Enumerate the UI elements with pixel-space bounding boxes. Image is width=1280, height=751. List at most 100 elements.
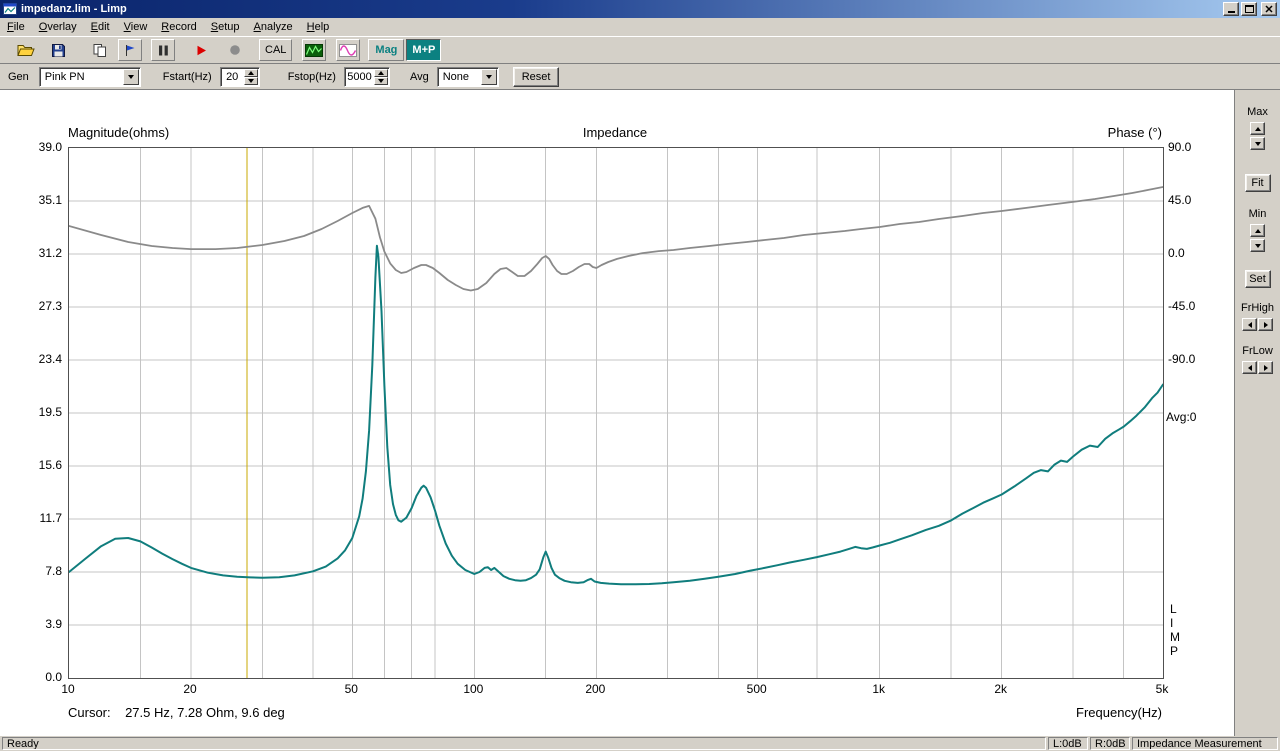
max-down-button[interactable] [1250, 137, 1265, 150]
x-tick-label: 50 [329, 682, 373, 696]
set-button[interactable]: Set [1245, 270, 1271, 288]
close-button[interactable] [1261, 2, 1277, 16]
avg-label: Avg [410, 71, 429, 83]
start-recording-button[interactable] [189, 39, 213, 61]
menu-record[interactable]: Record [154, 19, 203, 35]
record-button[interactable] [223, 39, 247, 61]
menu-view[interactable]: View [117, 19, 155, 35]
copy-button[interactable] [88, 39, 112, 61]
menu-overlay[interactable]: Overlay [32, 19, 84, 35]
fstart-value: 20 [221, 68, 244, 86]
pause-button[interactable] [151, 39, 175, 61]
menu-setup[interactable]: Setup [204, 19, 247, 35]
open-folder-icon [17, 43, 35, 57]
frhigh-right-button[interactable] [1258, 318, 1273, 331]
frlow-left-button[interactable] [1242, 361, 1257, 374]
fstop-label: Fstop(Hz) [288, 71, 336, 83]
minimize-icon [1228, 11, 1235, 13]
frhigh-arrows [1242, 318, 1273, 331]
gen-label: Gen [8, 71, 29, 83]
pause-icon [158, 45, 169, 56]
x-tick-label: 5k [1140, 682, 1184, 696]
generator-bar: Gen Pink PN Fstart(Hz) 20 Fstop(Hz) 5000… [0, 64, 1280, 90]
avg-value: None [438, 71, 481, 83]
fstop-up-button[interactable] [374, 69, 388, 77]
fit-button[interactable]: Fit [1245, 174, 1271, 192]
frhigh-left-button[interactable] [1242, 318, 1257, 331]
avg-dropdown-button[interactable] [481, 69, 497, 85]
play-icon [196, 45, 207, 56]
frequency-axis-title: Frequency(Hz) [962, 705, 1162, 720]
menu-edit[interactable]: Edit [84, 19, 117, 35]
arrow-up-icon [1255, 229, 1261, 233]
generator-button[interactable] [336, 39, 360, 61]
fstop-stepper[interactable]: 5000 [344, 67, 390, 87]
arrow-up-icon [1255, 127, 1261, 131]
frlow-arrows [1242, 361, 1273, 374]
phase-tick-label: 0.0 [1168, 246, 1214, 260]
magnitude-tick-label: 27.3 [12, 299, 62, 313]
arrow-left-icon [1248, 322, 1252, 328]
fstart-stepper[interactable]: 20 [220, 67, 260, 87]
frlow-right-button[interactable] [1258, 361, 1273, 374]
minimize-button[interactable] [1223, 2, 1239, 16]
phase-tick-label: -45.0 [1168, 299, 1214, 313]
arrow-right-icon [1264, 365, 1268, 371]
window-title: impedanz.lim - Limp [21, 0, 1221, 18]
chevron-down-icon [486, 75, 492, 79]
right-control-panel: Max Fit Min Set FrHigh FrLow [1234, 90, 1280, 736]
menu-file[interactable]: File [0, 19, 32, 35]
arrow-up-icon [248, 71, 254, 75]
save-floppy-icon [52, 44, 65, 57]
grid-lines [69, 148, 1163, 678]
limp-watermark-letter: P [1170, 644, 1178, 658]
generator-dropdown-button[interactable] [123, 69, 139, 85]
x-tick-label: 200 [573, 682, 617, 696]
spectrum-analyzer-icon [305, 44, 323, 57]
frhigh-label: FrHigh [1241, 302, 1274, 314]
magnitude-tick-label: 11.7 [12, 511, 62, 525]
x-tick-label: 100 [451, 682, 495, 696]
arrow-down-icon [1255, 142, 1261, 146]
max-up-button[interactable] [1250, 122, 1265, 135]
status-right-level: R:0dB [1090, 737, 1130, 750]
min-up-button[interactable] [1250, 224, 1265, 237]
marker-flag-icon [124, 44, 136, 57]
mag-phase-view-button[interactable]: M+P [406, 39, 441, 61]
magnitude-curve [69, 246, 1163, 584]
menu-analyze[interactable]: Analyze [247, 19, 300, 35]
fstart-up-button[interactable] [244, 69, 258, 77]
menu-help[interactable]: Help [300, 19, 337, 35]
min-spinner [1250, 224, 1265, 252]
arrow-down-icon [378, 79, 384, 83]
save-button[interactable] [46, 39, 70, 61]
magnitude-tick-label: 19.5 [12, 405, 62, 419]
max-label: Max [1247, 106, 1268, 118]
marker-button[interactable] [118, 39, 142, 61]
frlow-label: FrLow [1242, 345, 1273, 357]
fstop-down-button[interactable] [374, 77, 388, 85]
x-tick-label: 20 [168, 682, 212, 696]
cal-button[interactable]: CAL [259, 39, 292, 61]
maximize-button[interactable] [1241, 2, 1257, 16]
phase-tick-label: -90.0 [1168, 352, 1214, 366]
plot-area[interactable] [68, 147, 1164, 679]
min-down-button[interactable] [1250, 239, 1265, 252]
spectrum-button[interactable] [302, 39, 326, 61]
arrow-down-icon [248, 79, 254, 83]
generator-select[interactable]: Pink PN [39, 67, 141, 87]
fstop-value: 5000 [345, 68, 374, 86]
app-icon[interactable] [3, 3, 17, 15]
cursor-readout: Cursor: 27.5 Hz, 7.28 Ohm, 9.6 deg [68, 705, 285, 720]
mag-view-button[interactable]: Mag [368, 39, 404, 61]
fstart-down-button[interactable] [244, 77, 258, 85]
open-button[interactable] [14, 39, 38, 61]
reset-button[interactable]: Reset [513, 67, 560, 87]
toolbar: CAL Mag M+P [0, 37, 1280, 64]
limp-watermark-letter: M [1170, 630, 1180, 644]
magnitude-tick-label: 35.1 [12, 193, 62, 207]
avg-select[interactable]: None [437, 67, 499, 87]
x-tick-label: 500 [735, 682, 779, 696]
chart-area: Magnitude(ohms) Impedance Phase (°) Avg:… [0, 90, 1234, 736]
generator-value: Pink PN [40, 71, 123, 83]
